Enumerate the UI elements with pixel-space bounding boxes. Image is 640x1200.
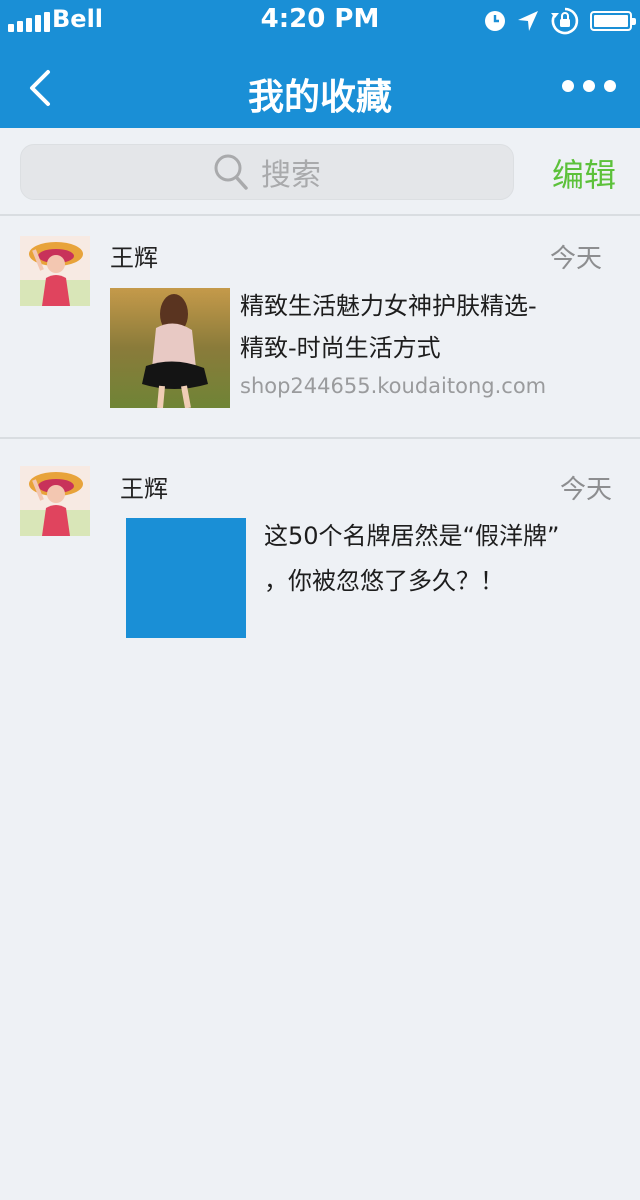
search-row: 搜索 编辑: [0, 128, 640, 216]
article-title-line: 精致生活魅力女神护肤精选-: [240, 292, 537, 320]
username: 王辉: [120, 475, 168, 503]
battery-icon: [590, 11, 636, 31]
clock-icon: [485, 11, 505, 31]
avatar: [20, 466, 90, 536]
edit-button[interactable]: 编辑: [552, 150, 616, 196]
article-title-line: 这50个名牌居然是“假洋牌”: [264, 522, 560, 550]
more-options-icon[interactable]: [562, 80, 616, 92]
favorite-item[interactable]: 王辉 今天 这50个名牌居然是“假洋牌” ，你被忽悠了多久？！: [0, 439, 640, 659]
favorite-date: 今天: [560, 475, 613, 505]
article-thumbnail: [110, 288, 230, 408]
article-title-line: ，你被忽悠了多久？！: [264, 567, 504, 595]
page-title: 我的收藏: [247, 77, 392, 118]
navigation-bar: 我的收藏: [0, 40, 640, 128]
rotation-lock-icon: [551, 7, 579, 35]
search-input[interactable]: 搜索: [20, 144, 514, 200]
top-bar: Bell 4:20 PM 我的收藏: [0, 0, 640, 128]
article-thumbnail-placeholder: [126, 518, 246, 638]
username: 王辉: [110, 244, 158, 272]
favorite-date: 今天: [550, 244, 603, 274]
search-placeholder: 搜索: [261, 158, 321, 193]
article-url: shop244655.koudaitong.com: [240, 374, 547, 398]
status-bar: Bell 4:20 PM: [0, 0, 640, 40]
search-icon: [214, 154, 248, 190]
avatar: [20, 236, 90, 306]
location-arrow-icon: [518, 11, 538, 31]
favorite-item[interactable]: 王辉 今天 精致生活魅力女神护肤精选- 精致-时尚生活方式 shop244655…: [0, 216, 640, 438]
article-title-line: 精致-时尚生活方式: [240, 334, 441, 362]
